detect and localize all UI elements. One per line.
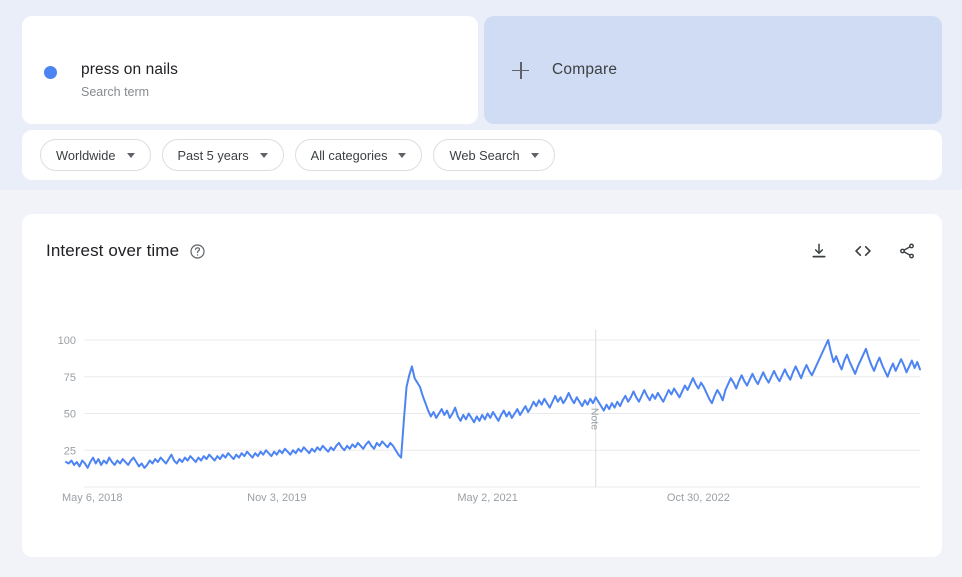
filter-chip-label: Past 5 years [177,147,249,163]
search-term-text: press on nails Search term [81,60,178,101]
chevron-down-icon [398,152,407,158]
chevron-down-icon [530,152,539,158]
filter-chip-3[interactable]: Web Search [433,139,555,171]
search-term-subtitle: Search term [81,85,150,99]
search-term-row: press on nails Search term [44,60,178,101]
y-axis-tick-label: 75 [64,372,76,384]
compare-inner: Compare [512,16,617,124]
filter-chip-label: Web Search [449,147,520,163]
series-color-dot [44,66,57,79]
x-axis-tick-label: Nov 3, 2019 [247,492,306,504]
interest-over-time-chart: 100 75 50 25 Note May 6, 2018 Nov 3, 2019 May 2… [58,330,921,504]
compare-card[interactable]: Compare [484,16,942,124]
filters-bar: Worldwide Past 5 years All categories Web S… [22,130,942,180]
x-axis-tick-label: May 2, 2021 [457,492,518,504]
y-axis-tick-label: 100 [58,335,76,347]
plus-icon [512,61,529,79]
search-term-title: press on nails [81,61,179,78]
filter-chip-group: Worldwide Past 5 years All categories Web S… [40,139,555,171]
compare-label: Compare [552,61,618,78]
chart-plot-area[interactable]: 100 75 50 25 Note May 6, 2018 Nov 3, 2019 May 2… [22,214,942,557]
note-annotation-label[interactable]: Note [589,408,601,430]
series-line-press-on-nails [65,339,921,469]
y-axis-tick-label: 25 [64,445,76,457]
chevron-down-icon [126,152,135,158]
y-axis-tick-label: 50 [64,409,76,421]
x-axis-tick-label: Oct 30, 2022 [667,492,730,504]
x-axis-tick-label: May 6, 2018 [62,492,123,504]
filter-chip-label: Worldwide [56,147,116,163]
filter-chip-0[interactable]: Worldwide [40,139,151,171]
filter-chip-2[interactable]: All categories [294,139,423,171]
filter-chip-1[interactable]: Past 5 years [161,139,284,171]
interest-over-time-card: Interest over time 100 75 50 25 Note May… [22,214,942,557]
search-term-card[interactable]: press on nails Search term [22,16,478,124]
chevron-down-icon [259,152,268,158]
filter-chip-label: All categories [310,147,388,163]
